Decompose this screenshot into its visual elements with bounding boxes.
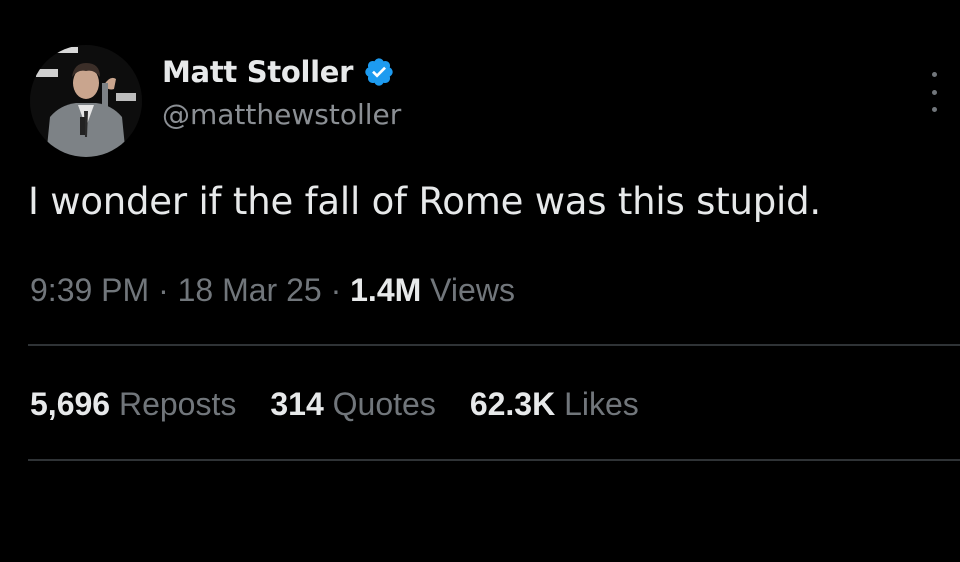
- meta-separator: ·: [158, 272, 169, 308]
- quotes-label: Quotes: [332, 386, 436, 422]
- reposts-stat[interactable]: 5,696 Reposts: [30, 386, 236, 423]
- likes-label: Likes: [564, 386, 639, 422]
- tweet-date[interactable]: 18 Mar 25: [178, 272, 322, 308]
- tweet-meta: 9:39 PM · 18 Mar 25 · 1.4M Views: [30, 272, 515, 309]
- likes-count: 62.3K: [469, 386, 556, 422]
- views-count: 1.4M: [350, 272, 422, 308]
- quotes-stat[interactable]: 314 Quotes: [270, 386, 435, 423]
- avatar-photo: [30, 45, 142, 157]
- author-info: Matt Stoller @matthewstoller: [162, 52, 401, 131]
- divider: [28, 459, 960, 461]
- quotes-count: 314: [270, 386, 324, 422]
- more-dot: [931, 107, 937, 112]
- author-name-row: Matt Stoller: [162, 52, 401, 92]
- reposts-count: 5,696: [30, 386, 111, 422]
- avatar[interactable]: [30, 45, 142, 157]
- verified-badge-icon: [365, 58, 393, 86]
- reposts-label: Reposts: [118, 386, 237, 422]
- more-options-icon[interactable]: [924, 72, 944, 112]
- engagement-stats: 5,696 Reposts 314 Quotes 62.3K Likes: [30, 386, 673, 423]
- likes-stat[interactable]: 62.3K Likes: [470, 386, 639, 423]
- more-dot: [931, 89, 937, 95]
- author-display-name[interactable]: Matt Stoller: [162, 55, 353, 89]
- meta-separator: ·: [330, 272, 342, 308]
- tweet-card: Matt Stoller @matthewstoller I wonder if…: [0, 0, 960, 562]
- tweet-text: I wonder if the fall of Rome was this st…: [28, 180, 821, 223]
- divider: [28, 344, 960, 346]
- tweet-time[interactable]: 9:39 PM: [30, 272, 149, 308]
- views-label: Views: [430, 272, 515, 308]
- more-dot: [931, 72, 937, 77]
- author-handle[interactable]: @matthewstoller: [162, 98, 401, 131]
